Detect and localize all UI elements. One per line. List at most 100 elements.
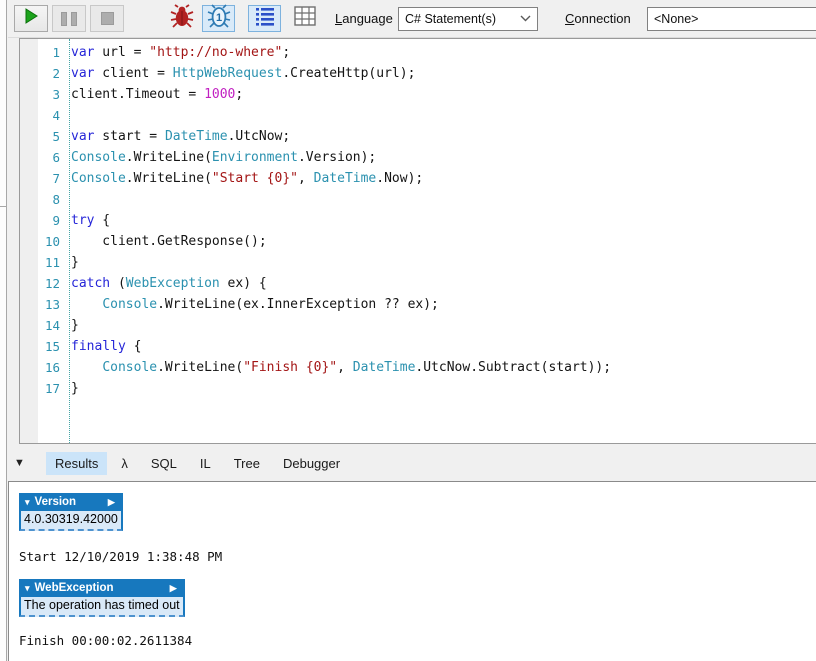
code-text: Console.WriteLine(Environment.Version); xyxy=(71,150,377,165)
code-text: finally { xyxy=(71,339,142,354)
linqpad-query-window: 1 Language C# Statement(s) Connection <N… xyxy=(0,0,816,661)
language-select[interactable]: C# Statement(s) xyxy=(398,7,538,31)
code-line-4[interactable]: 4 xyxy=(20,105,815,126)
rich-text-results-button[interactable] xyxy=(248,5,281,32)
console-output-start-line: Start 12/10/2019 1:38:48 PM xyxy=(19,549,223,564)
panel-divider xyxy=(0,206,6,207)
connection-select[interactable]: <None> xyxy=(647,7,816,31)
line-number: 1 xyxy=(52,45,60,60)
stop-icon xyxy=(100,12,114,25)
blue-bug-1-icon: 1 xyxy=(207,4,231,33)
collapse-icon[interactable]: ▾ xyxy=(25,583,30,594)
connection-select-value: <None> xyxy=(654,12,699,26)
result-box-title: Version xyxy=(34,496,77,508)
chevron-down-icon xyxy=(510,13,531,25)
line-number: 17 xyxy=(44,381,60,396)
code-text: Console.WriteLine("Start {0}", DateTime.… xyxy=(71,171,424,186)
line-number: 3 xyxy=(52,87,60,102)
expand-arrow-icon[interactable]: ▶ xyxy=(148,583,177,594)
tab-sql[interactable]: SQL xyxy=(142,452,186,475)
code-line-9[interactable]: 9 try { xyxy=(20,210,815,231)
code-line-16[interactable]: 16 Console.WriteLine("Finish {0}", DateT… xyxy=(20,357,815,378)
code-line-1[interactable]: 1 var url = "http://no-where"; xyxy=(20,42,815,63)
code-text: var client = HttpWebRequest.CreateHttp(u… xyxy=(71,66,416,81)
tab-debugger[interactable]: Debugger xyxy=(274,452,349,475)
result-box-header[interactable]: ▾ WebException ▶ xyxy=(19,579,185,597)
data-grid-results-button[interactable] xyxy=(289,5,321,32)
results-tabbar: ▼ Results λ SQL IL Tree Debugger xyxy=(8,445,816,481)
results-panel: ▾ Version ▶ 4.0.30319.42000 Start 12/10/2019… xyxy=(8,481,816,661)
code-line-17[interactable]: 17} xyxy=(20,378,815,399)
result-box-value[interactable]: The operation has timed out xyxy=(19,597,185,617)
code-lines: 1 var url = "http://no-where"; 2 var client… xyxy=(20,42,815,399)
code-text: try { xyxy=(71,213,111,228)
result-box-webexception: ▾ WebException ▶ The operation has timed ou… xyxy=(19,579,185,617)
pause-icon xyxy=(59,11,79,26)
code-line-12[interactable]: 12 catch (WebException ex) { xyxy=(20,273,815,294)
language-select-value: C# Statement(s) xyxy=(405,12,497,26)
expand-arrow-icon[interactable]: ▶ xyxy=(86,497,115,508)
tab-tree[interactable]: Tree xyxy=(225,452,269,475)
code-text: } xyxy=(71,381,79,396)
result-box-value[interactable]: 4.0.30319.42000 xyxy=(19,511,123,531)
tab-il[interactable]: IL xyxy=(191,452,220,475)
code-line-2[interactable]: 2 var client = HttpWebRequest.CreateHttp(… xyxy=(20,63,815,84)
line-number: 8 xyxy=(52,192,60,207)
code-text: Console.WriteLine(ex.InnerException ?? e… xyxy=(102,297,439,312)
svg-text:1: 1 xyxy=(215,12,221,24)
code-text: client.Timeout = 1000; xyxy=(71,87,244,102)
result-box-header[interactable]: ▾ Version ▶ xyxy=(19,493,123,511)
code-text: catch (WebException ex) { xyxy=(71,276,267,291)
stop-button[interactable] xyxy=(90,5,124,32)
connection-label: Connection xyxy=(565,11,631,26)
console-output-finish-line: Finish 00:00:02.2611384 xyxy=(19,633,193,648)
pause-button[interactable] xyxy=(52,5,86,32)
code-text: client.GetResponse(); xyxy=(71,234,267,249)
code-line-10[interactable]: 10 client.GetResponse(); xyxy=(20,231,815,252)
code-line-14[interactable]: 14} xyxy=(20,315,815,336)
line-number: 12 xyxy=(44,276,60,291)
code-text: } xyxy=(71,255,79,270)
data-grid-icon xyxy=(294,6,316,31)
language-label: Language xyxy=(335,11,393,26)
results-tabs: Results λ SQL IL Tree Debugger xyxy=(46,451,354,475)
code-line-15[interactable]: 15 finally { xyxy=(20,336,815,357)
tab-lambda[interactable]: λ xyxy=(112,452,137,475)
line-number: 10 xyxy=(44,234,60,249)
code-line-13[interactable]: 13 Console.WriteLine(ex.InnerException ?… xyxy=(20,294,815,315)
line-number: 7 xyxy=(52,171,60,186)
line-number: 13 xyxy=(44,297,60,312)
code-line-7[interactable]: 7 Console.WriteLine("Start {0}", DateTime… xyxy=(20,168,815,189)
line-number: 14 xyxy=(44,318,60,333)
run-button[interactable] xyxy=(14,5,48,32)
tab-results[interactable]: Results xyxy=(46,451,108,475)
play-icon xyxy=(22,7,40,30)
code-line-8[interactable]: 8 xyxy=(20,189,815,210)
code-text: } xyxy=(71,318,79,333)
code-line-11[interactable]: 11} xyxy=(20,252,815,273)
collapse-panel-icon[interactable]: ▼ xyxy=(14,457,34,469)
line-number: 4 xyxy=(52,108,60,123)
result-box-version: ▾ Version ▶ 4.0.30319.42000 xyxy=(19,493,123,531)
red-bug-icon xyxy=(170,4,194,33)
collapse-icon[interactable]: ▾ xyxy=(25,497,30,508)
code-line-6[interactable]: 6 Console.WriteLine(Environment.Version); xyxy=(20,147,815,168)
line-number: 15 xyxy=(44,339,60,354)
line-number: 16 xyxy=(44,360,60,375)
break-on-exception-button[interactable] xyxy=(166,4,198,33)
line-number: 6 xyxy=(52,150,60,165)
code-line-3[interactable]: 3 client.Timeout = 1000; xyxy=(20,84,815,105)
line-number: 9 xyxy=(52,213,60,228)
code-text: var start = DateTime.UtcNow; xyxy=(71,129,291,144)
line-number: 5 xyxy=(52,129,60,144)
line-number: 2 xyxy=(52,66,60,81)
adjacent-panel-edge xyxy=(0,0,7,661)
code-text: var url = "http://no-where"; xyxy=(71,45,291,60)
rich-text-list-icon xyxy=(255,6,275,31)
debug-bug-button[interactable]: 1 xyxy=(202,4,235,33)
code-line-5[interactable]: 5 var start = DateTime.UtcNow; xyxy=(20,126,815,147)
results-content: ▾ Version ▶ 4.0.30319.42000 Start 12/10/2019… xyxy=(9,482,816,648)
code-editor[interactable]: 1 var url = "http://no-where"; 2 var client… xyxy=(19,38,816,444)
